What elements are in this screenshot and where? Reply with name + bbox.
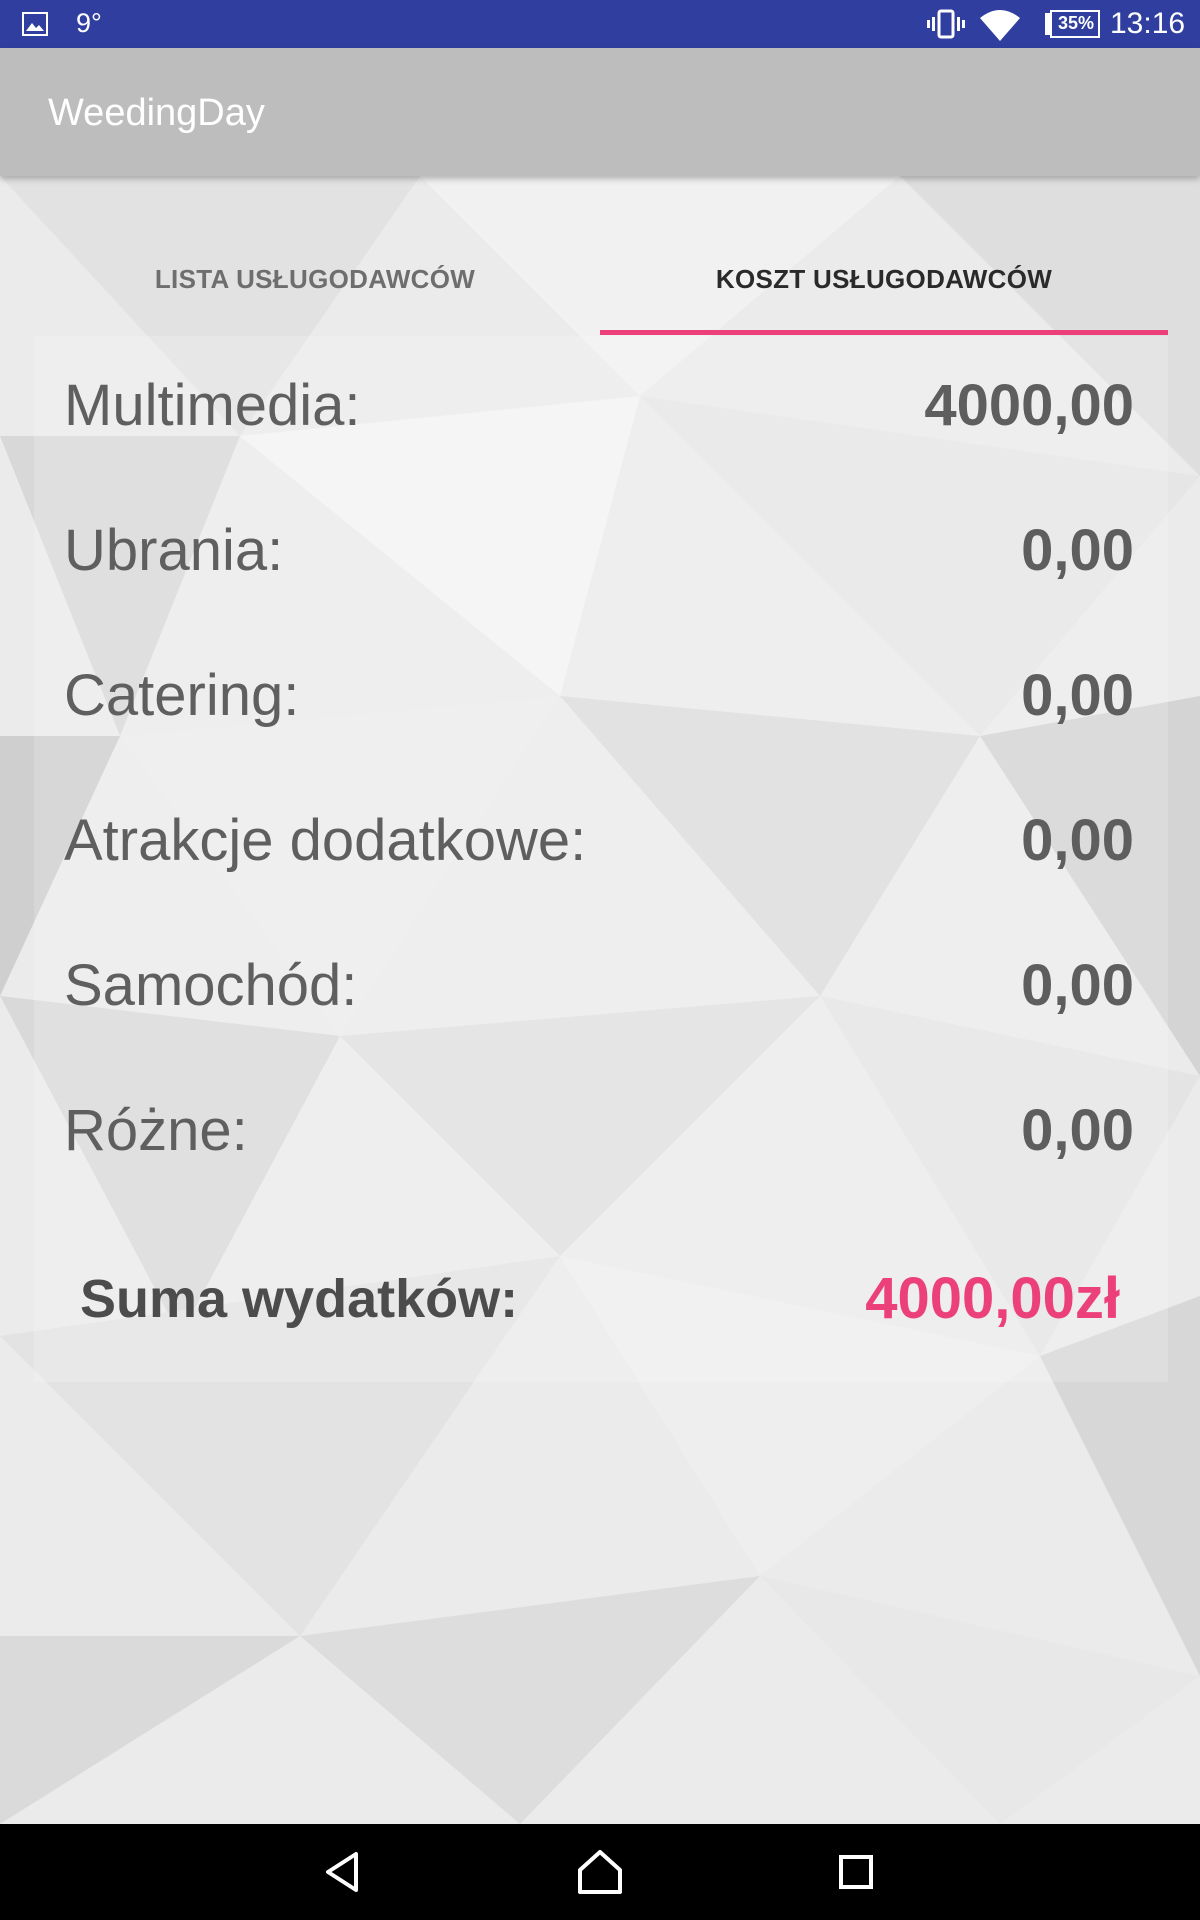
cost-label: Atrakcje dodatkowe: [64,808,587,873]
cost-label: Ubrania: [64,518,284,583]
gallery-icon [22,12,48,36]
status-bar: 9° 35% 13:16 [0,0,1200,48]
app-screen: 9° 35% 13:16 WeedingDay LISTA USŁUGODAWC… [0,0,1200,1920]
temperature-text: 9° [76,8,102,38]
app-title: WeedingDay [48,92,265,134]
cost-value: 0,00 [1021,808,1134,873]
cost-row-samochod: Samochód: 0,00 [64,936,1134,1036]
cost-value: 4000,00 [924,373,1134,438]
cost-value: 0,00 [1021,1098,1134,1163]
back-icon[interactable] [316,1844,372,1900]
tab-bar: LISTA USŁUGODAWCÓW KOSZT USŁUGODAWCÓW [0,226,1200,336]
cost-label: Multimedia: [64,373,361,438]
cost-value: 0,00 [1021,663,1134,728]
cost-label: Catering: [64,663,300,728]
recent-apps-icon[interactable] [828,1844,884,1900]
sum-value: 4000,00zł [865,1266,1120,1331]
clock: 13:16 [1110,7,1186,40]
cost-label: Różne: [64,1098,248,1163]
cost-label: Samochód: [64,953,358,1018]
app-bar: WeedingDay [0,48,1200,176]
cost-value: 0,00 [1021,953,1134,1018]
wifi-icon [980,10,1020,41]
cost-row-rozne: Różne: 0,00 [64,1081,1134,1181]
cost-panel: Multimedia: 4000,00 Ubrania: 0,00 Cateri… [34,336,1168,1382]
cost-row-multimedia: Multimedia: 4000,00 [64,356,1134,456]
tab-koszt-uslugodawcow[interactable]: KOSZT USŁUGODAWCÓW [600,226,1168,332]
sum-row: Suma wydatków: 4000,00zł [80,1244,1120,1354]
navigation-bar [0,1824,1200,1920]
home-icon[interactable] [572,1844,628,1900]
sum-label: Suma wydatków: [80,1269,519,1329]
cost-value: 0,00 [1021,518,1134,583]
battery-percent: 35% [1057,13,1095,33]
cost-row-ubrania: Ubrania: 0,00 [64,501,1134,601]
vibrate-icon [927,9,965,39]
cost-row-catering: Catering: 0,00 [64,646,1134,746]
cost-row-atrakcje-dodatkowe: Atrakcje dodatkowe: 0,00 [64,791,1134,891]
tab-indicator [600,330,1168,335]
tab-lista-uslugodawcow[interactable]: LISTA USŁUGODAWCÓW [30,226,600,332]
